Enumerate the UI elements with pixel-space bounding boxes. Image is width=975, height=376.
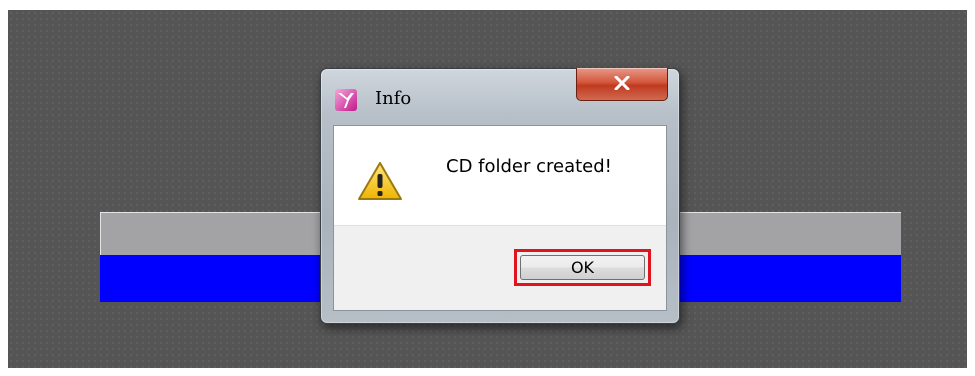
warning-icon [356,160,404,202]
dialog-title: Info [375,88,412,109]
app-logo-icon [335,89,357,111]
info-dialog: Info CD folder created! OK [320,68,680,324]
close-button[interactable] [576,68,668,101]
ok-button-label[interactable]: OK [520,255,645,280]
dialog-message: CD folder created! [446,156,612,177]
message-area: CD folder created! [334,126,666,226]
ok-button[interactable]: OK [514,249,651,286]
dialog-client-area: CD folder created! OK [333,125,667,311]
close-icon [614,75,630,94]
dialog-titlebar[interactable]: Info [321,68,679,125]
